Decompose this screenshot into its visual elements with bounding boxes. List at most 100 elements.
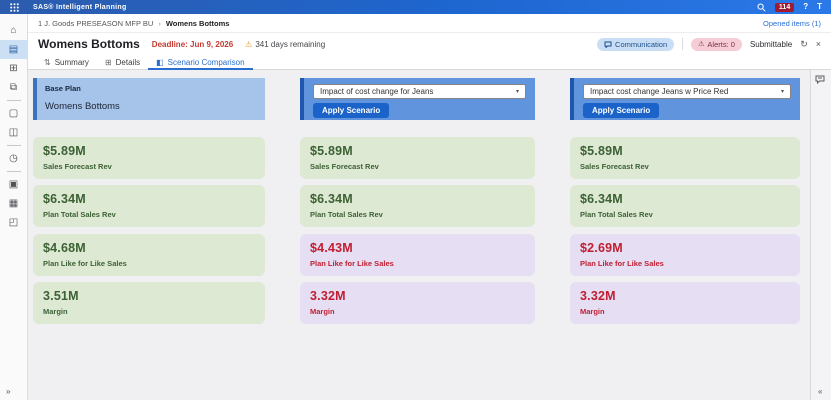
metric-label: Margin — [580, 307, 605, 316]
sidebar-divider — [6, 100, 21, 101]
metric-value: $6.34M — [310, 192, 353, 206]
tab-details-label: Details — [115, 58, 141, 67]
metric-value: $5.89M — [580, 144, 623, 158]
communication-button[interactable]: Communication — [597, 37, 675, 51]
metric-label: Margin — [310, 307, 335, 316]
comments-icon[interactable] — [815, 75, 825, 84]
alert-warning-icon: ⚠ — [698, 41, 705, 48]
metric-value: $6.34M — [43, 192, 86, 206]
alerts-label: Alerts: 0 — [707, 39, 735, 49]
help-icon[interactable]: ? — [803, 3, 808, 11]
chart-icon[interactable]: ◫ — [0, 123, 27, 142]
search-icon[interactable] — [757, 3, 766, 12]
metric-value: $2.69M — [580, 241, 623, 255]
notification-badge[interactable]: 114 — [774, 2, 795, 12]
metric-label: Sales Forecast Rev — [43, 162, 112, 171]
tab-scenario-comparison-label: Scenario Comparison — [167, 58, 245, 67]
metric-label: Plan Total Sales Rev — [43, 210, 116, 219]
history-clock-icon[interactable]: ◷ — [0, 149, 27, 168]
close-icon[interactable]: × — [816, 39, 821, 49]
collapse-rail-icon[interactable]: « — [818, 387, 822, 396]
breadcrumb-current: Womens Bottoms — [165, 18, 230, 28]
scenario-select[interactable]: Impact cost change Jeans w Price Red ▾ — [583, 84, 791, 99]
tab-bar: ⇅ Summary ⊞ Details ◧ Scenario Compariso… — [28, 55, 831, 70]
scenario-column-2: Impact cost change Jeans w Price Red ▾ A… — [570, 70, 800, 400]
metric-value: 3.32M — [580, 289, 616, 303]
scenario-comparison-panel: Base Plan Womens Bottoms $5.89M Sales Fo… — [28, 70, 810, 400]
deadline-text: Deadline: Jun 9, 2026 — [151, 39, 234, 49]
apply-scenario-button[interactable]: Apply Scenario — [583, 103, 660, 118]
scenario-select-value: Impact of cost change for Jeans — [320, 87, 434, 96]
tab-details[interactable]: ⊞ Details — [97, 58, 148, 70]
tab-scenario-comparison[interactable]: ◧ Scenario Comparison — [148, 58, 253, 70]
case-icon[interactable]: ◰ — [0, 213, 27, 232]
metric-value: $6.34M — [580, 192, 623, 206]
breadcrumb-parent[interactable]: 1 J. Goods PRESEASON MFP BU — [38, 19, 153, 28]
scenario-select-value: Impact cost change Jeans w Price Red — [590, 87, 729, 96]
metric-value: $4.68M — [43, 241, 86, 255]
title-actions: Communication ⚠ Alerts: 0 Submittable ↻ … — [597, 37, 821, 51]
warning-icon: ⚠ — [245, 39, 253, 49]
refresh-icon[interactable]: ↻ — [800, 39, 808, 49]
plan-document-icon[interactable]: ▤ — [0, 40, 27, 59]
communication-label: Communication — [615, 39, 668, 49]
topbar-actions: 114 ? T — [757, 2, 831, 12]
apply-scenario-button[interactable]: Apply Scenario — [313, 103, 390, 118]
app-top-bar: SAS® Intelligent Planning 114 ? T — [0, 0, 831, 14]
metric-label: Plan Like for Like Sales — [580, 259, 664, 268]
metric-card: $6.34M Plan Total Sales Rev — [300, 185, 535, 227]
metric-label: Sales Forecast Rev — [580, 162, 649, 171]
page-header: 1 J. Goods PRESEASON MFP BU › Womens Bot… — [28, 14, 831, 70]
metric-value: 3.32M — [310, 289, 346, 303]
metric-card: $6.34M Plan Total Sales Rev — [570, 185, 800, 227]
metric-value: $4.43M — [310, 241, 353, 255]
base-plan-header: Base Plan Womens Bottoms — [33, 78, 265, 120]
home-icon[interactable]: ⌂ — [0, 21, 27, 40]
hierarchy-icon[interactable]: ⧉ — [0, 78, 27, 97]
metric-value: $5.89M — [310, 144, 353, 158]
base-plan-name: Womens Bottoms — [45, 101, 120, 112]
metric-card: $6.34M Plan Total Sales Rev — [33, 185, 265, 227]
details-table-icon: ⊞ — [104, 58, 112, 67]
user-avatar[interactable]: T — [817, 3, 822, 11]
tab-summary-label: Summary — [54, 58, 89, 67]
right-utility-rail: « — [810, 70, 831, 400]
divider — [682, 38, 684, 50]
submittable-label: Submittable — [749, 39, 793, 49]
opened-items-link[interactable]: Opened items (1) — [763, 19, 821, 28]
document-icon[interactable]: ▢ — [0, 104, 27, 123]
metric-card: $2.69M Plan Like for Like Sales — [570, 234, 800, 276]
tab-summary[interactable]: ⇅ Summary — [36, 58, 97, 70]
metric-label: Plan Total Sales Rev — [580, 210, 653, 219]
page-title: Womens Bottoms — [38, 37, 140, 51]
metric-label: Plan Total Sales Rev — [310, 210, 383, 219]
summary-sort-icon: ⇅ — [44, 58, 51, 67]
alerts-button[interactable]: ⚠ Alerts: 0 — [691, 37, 742, 51]
metric-value: $5.89M — [43, 144, 86, 158]
metric-label: Plan Like for Like Sales — [310, 259, 394, 268]
sidebar-divider — [6, 171, 21, 172]
speech-bubble-icon — [604, 41, 612, 48]
metric-label: Sales Forecast Rev — [310, 162, 379, 171]
days-remaining-text: 341 days remaining — [255, 39, 326, 49]
metric-card: $5.89M Sales Forecast Rev — [570, 137, 800, 179]
metric-card: $4.68M Plan Like for Like Sales — [33, 234, 265, 276]
breadcrumb-separator-icon: › — [158, 18, 161, 28]
chevron-down-icon: ▾ — [780, 89, 784, 95]
sidebar-expand-icon[interactable]: » — [6, 387, 10, 396]
comparison-split-icon: ◧ — [156, 58, 164, 67]
report-search-icon[interactable]: ▣ — [0, 175, 27, 194]
base-plan-label: Base Plan — [45, 84, 81, 93]
metric-value: 3.51M — [43, 289, 79, 303]
layers-icon[interactable]: ▦ — [0, 194, 27, 213]
workbench-grid-icon[interactable]: ⊞ — [0, 59, 27, 78]
scenario-column-1: Impact of cost change for Jeans ▾ Apply … — [300, 70, 535, 400]
metric-card: 3.32M Margin — [570, 282, 800, 324]
base-plan-column: Base Plan Womens Bottoms $5.89M Sales Fo… — [33, 70, 265, 400]
sidebar-divider — [6, 145, 21, 146]
scenario-select[interactable]: Impact of cost change for Jeans ▾ — [313, 84, 526, 99]
chevron-down-icon: ▾ — [515, 89, 519, 95]
metric-label: Plan Like for Like Sales — [43, 259, 127, 268]
app-switcher-icon[interactable] — [0, 0, 28, 14]
breadcrumb: 1 J. Goods PRESEASON MFP BU › Womens Bot… — [28, 14, 831, 33]
